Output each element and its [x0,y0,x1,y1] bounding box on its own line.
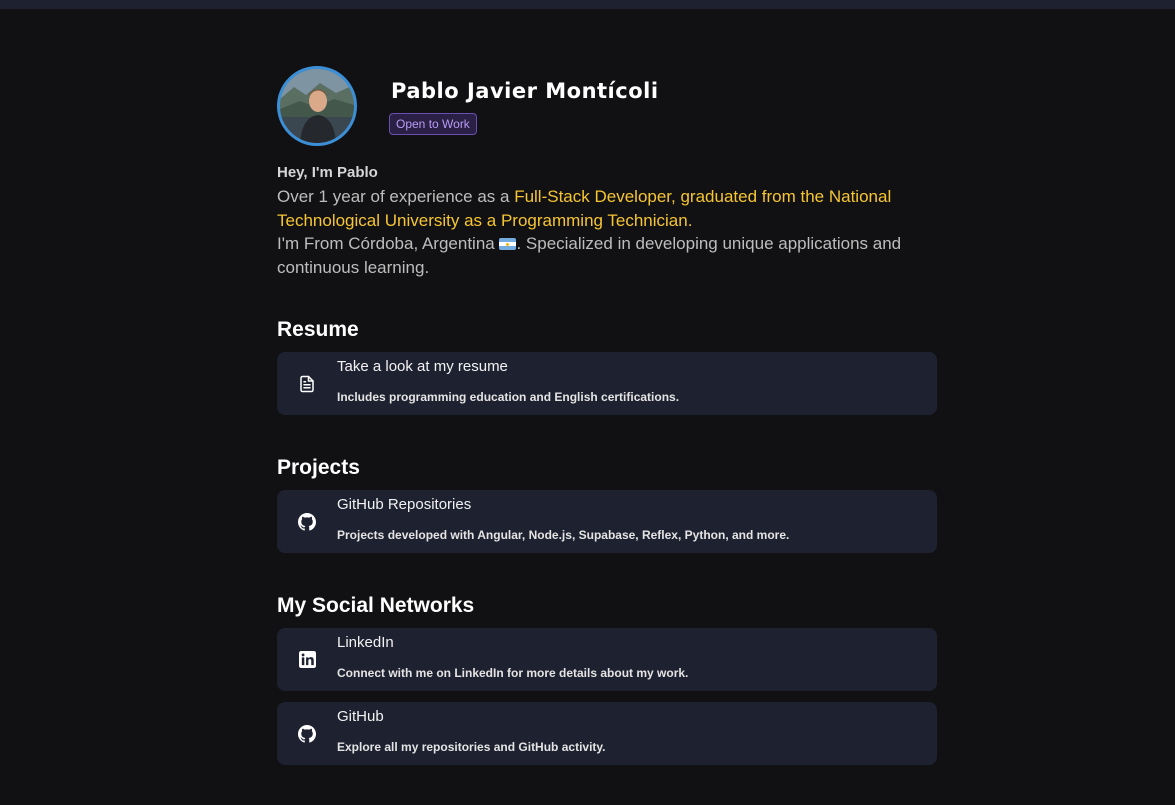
main-content: Pablo Javier Montícoli Open to Work Hey,… [277,66,937,765]
name-block: Pablo Javier Montícoli Open to Work [389,76,659,135]
bio-text-2: I'm From Córdoba, Argentina [277,234,500,253]
github-card-text: GitHub Explore all my repositories and G… [337,708,606,754]
linkedin-icon [277,651,337,668]
linkedin-card-title: LinkedIn [337,633,394,651]
greeting: Hey, I'm Pablo [277,164,378,181]
avatar [277,66,357,146]
github-card-desc: Explore all my repositories and GitHub a… [337,739,606,754]
open-to-work-badge: Open to Work [389,113,477,135]
section-title-projects: Projects [277,456,360,479]
profile-name: Pablo Javier Montícoli [391,79,659,103]
section-title-social: My Social Networks [277,594,475,617]
section-title-resume: Resume [277,318,359,341]
github-card-title: GitHub [337,707,384,725]
linkedin-card-text: LinkedIn Connect with me on LinkedIn for… [337,634,689,680]
github-icon [277,724,337,743]
profile-header: Pablo Javier Montícoli Open to Work [277,66,937,152]
resume-card[interactable]: Take a look at my resume Includes progra… [277,352,937,415]
argentina-flag-icon [499,238,517,250]
github-card[interactable]: GitHub Explore all my repositories and G… [277,702,937,765]
resume-card-title: Take a look at my resume [337,357,508,375]
projects-card-text: GitHub Repositories Projects developed w… [337,496,790,542]
bio: Over 1 year of experience as a Full-Stac… [277,185,937,279]
linkedin-card-desc: Connect with me on LinkedIn for more det… [337,665,689,680]
document-icon [277,374,337,394]
top-bar [0,0,1175,9]
github-repositories-card[interactable]: GitHub Repositories Projects developed w… [277,490,937,553]
bio-text-1: Over 1 year of experience as a [277,187,515,206]
linkedin-card[interactable]: LinkedIn Connect with me on LinkedIn for… [277,628,937,691]
intro: Hey, I'm Pablo Over 1 year of experience… [277,164,937,279]
projects-card-title: GitHub Repositories [337,495,472,513]
resume-card-desc: Includes programming education and Engli… [337,389,680,404]
projects-card-desc: Projects developed with Angular, Node.js… [337,527,790,542]
resume-card-text: Take a look at my resume Includes progra… [337,358,680,404]
github-icon [277,512,337,531]
